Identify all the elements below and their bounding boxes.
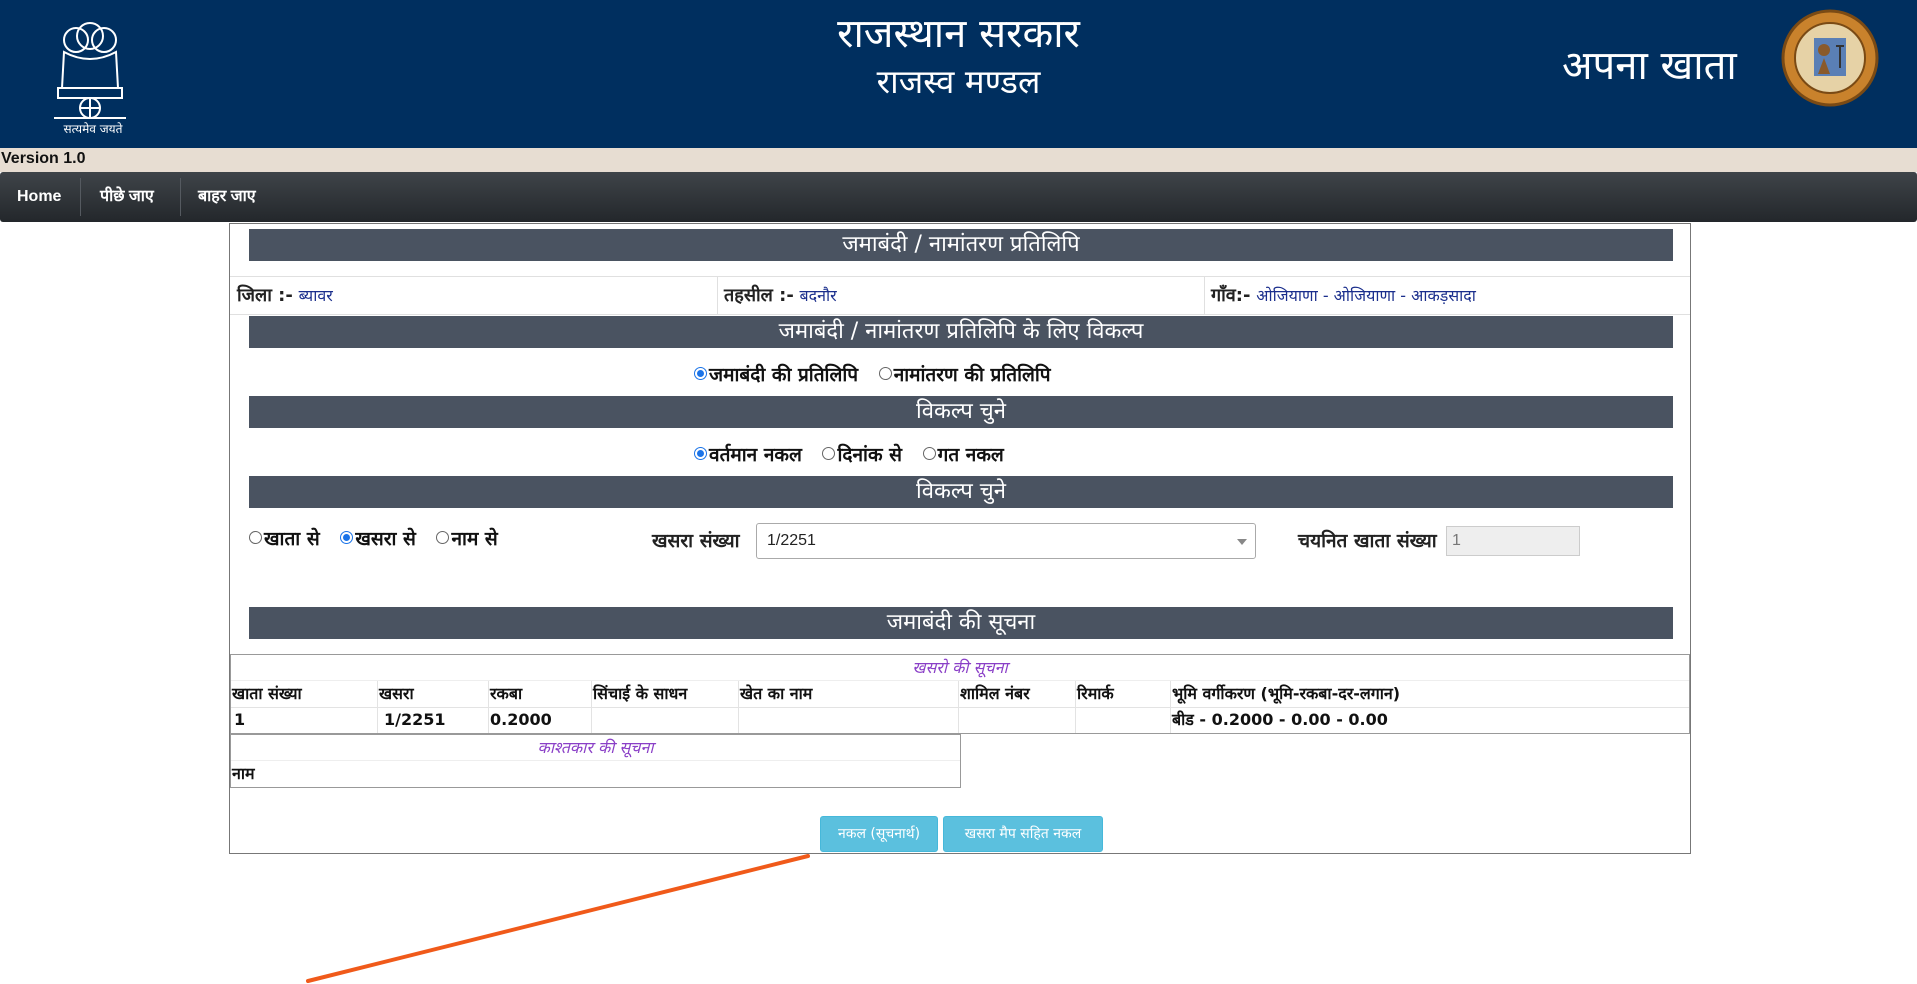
annotation-arrow-icon [306,854,810,983]
